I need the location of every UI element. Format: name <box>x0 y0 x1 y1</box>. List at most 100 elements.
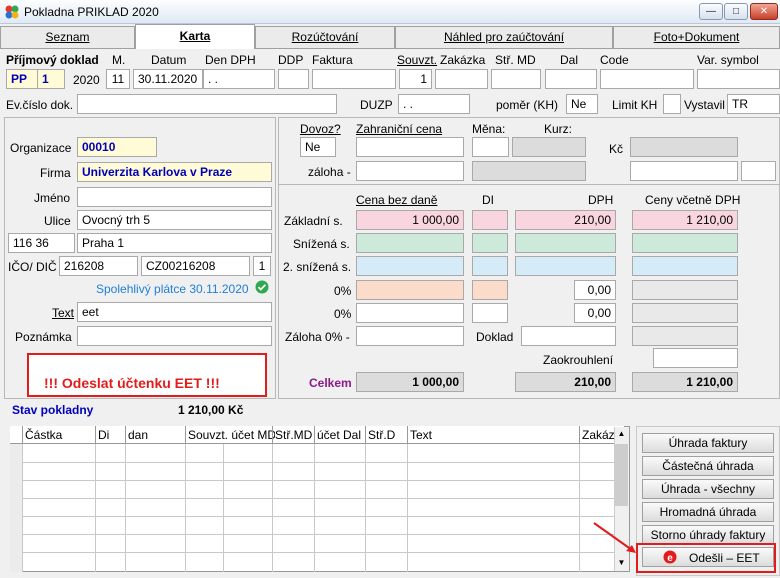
pomer-field[interactable]: Ne <box>566 94 598 114</box>
zakladni-dph-field[interactable]: 210,00 <box>515 210 616 230</box>
grid-col-str-md[interactable]: Stř.MD <box>272 426 317 444</box>
zakladni-bez-field[interactable]: 1 000,00 <box>356 210 464 230</box>
den-dph-label: Den DPH <box>205 53 256 67</box>
mena-field[interactable] <box>472 137 509 157</box>
ulice-field[interactable]: Ovocný trh 5 <box>77 210 272 230</box>
zero1-label: 0% <box>334 284 352 298</box>
scroll-up-arrow-icon[interactable]: ▲ <box>615 427 628 441</box>
celkem-bez-field: 1 000,00 <box>356 372 464 392</box>
grid-col-text[interactable]: Text <box>407 426 582 444</box>
zahranicni-cena-field[interactable] <box>356 137 464 157</box>
str-md-label: Stř. MD <box>495 53 536 67</box>
poznamka-field[interactable] <box>77 326 272 346</box>
zero2-di-field[interactable] <box>472 303 508 323</box>
zaokrouhleni-field[interactable] <box>653 348 738 368</box>
duzp-field[interactable]: . . <box>398 94 470 114</box>
ico-extra-field[interactable]: 1 <box>253 256 271 276</box>
text-field[interactable]: eet <box>77 302 272 322</box>
snizena2-dph-field[interactable] <box>515 256 616 276</box>
doc-type-field[interactable]: PP <box>6 69 38 89</box>
close-button[interactable]: ✕ <box>750 3 778 20</box>
year-label: 2020 <box>73 73 100 87</box>
tab-rozuctovani[interactable]: Rozúčtování <box>255 26 395 48</box>
uhrada-faktury-button[interactable]: Úhrada faktury <box>642 433 774 453</box>
zaloha0-vc-field[interactable] <box>632 326 738 346</box>
zero1-dph-field[interactable]: 0,00 <box>574 280 616 300</box>
zero2-dph-field[interactable]: 0,00 <box>574 303 616 323</box>
odesli-eet-button[interactable]: e Odešli – EET <box>642 547 774 567</box>
zero1-bez-field[interactable] <box>356 280 464 300</box>
doklad-field[interactable] <box>521 326 616 346</box>
zero2-bez-field[interactable] <box>356 303 464 323</box>
organizace-field[interactable]: 00010 <box>77 137 157 157</box>
grid-col-dan[interactable]: dan <box>125 426 185 444</box>
scroll-down-arrow-icon[interactable]: ▼ <box>615 556 628 570</box>
firma-field[interactable]: Univerzita Karlova v Praze <box>77 162 272 182</box>
zero1-vc-field[interactable] <box>632 280 738 300</box>
mesto-field[interactable]: Praha 1 <box>77 233 272 253</box>
snizena2-di-field[interactable] <box>472 256 508 276</box>
ev-cislo-field[interactable] <box>77 94 337 114</box>
grid-col-ucet-dal[interactable]: účet Dal <box>314 426 369 444</box>
psc-field[interactable]: 116 36 <box>8 233 75 253</box>
snizena-bez-field[interactable] <box>356 233 464 253</box>
uhrada-vsechny-button[interactable]: Úhrada - všechny <box>642 479 774 499</box>
maximize-button[interactable]: □ <box>724 3 748 20</box>
grid-col-souvzt[interactable]: Souvzt. účet MD <box>185 426 275 444</box>
zakladni-vc-field[interactable]: 1 210,00 <box>632 210 738 230</box>
grid-col-str-d[interactable]: Stř.D <box>365 426 410 444</box>
zaloha-kc-field[interactable] <box>630 161 738 181</box>
den-dph-field[interactable]: . . <box>203 69 275 89</box>
ddp-field[interactable] <box>278 69 309 89</box>
grid-header: Částka Di dan Souvzt. účet MD Stř.MD úče… <box>10 426 624 444</box>
jmeno-field[interactable] <box>77 187 272 207</box>
zakladni-di-field[interactable] <box>472 210 508 230</box>
zaloha-foreign-field[interactable] <box>356 161 464 181</box>
kurz-label: Kurz: <box>544 122 573 136</box>
vystavil-field[interactable]: TR <box>727 94 780 114</box>
limit-kh-field[interactable] <box>663 94 681 114</box>
dal-field[interactable] <box>545 69 597 89</box>
str-md-field[interactable] <box>491 69 541 89</box>
tab-foto[interactable]: Foto+Dokument <box>613 26 780 48</box>
snizena-dph-field[interactable] <box>515 233 616 253</box>
snizena2-vc-field[interactable] <box>632 256 738 276</box>
dic-field[interactable]: CZ00216208 <box>141 256 250 276</box>
souvzt-field[interactable]: 1 <box>399 69 432 89</box>
zaloha-label: záloha - <box>308 165 351 179</box>
pomer-label: poměr (KH) <box>496 98 559 112</box>
stav-pokladny-label: Stav pokladny <box>12 403 94 417</box>
minimize-button[interactable]: — <box>699 3 723 20</box>
snizena-vc-field[interactable] <box>632 233 738 253</box>
scroll-thumb[interactable] <box>615 444 628 506</box>
tab-karta[interactable]: Karta <box>135 24 255 49</box>
snizena-di-field[interactable] <box>472 233 508 253</box>
zaloha-mena-field[interactable] <box>472 161 586 181</box>
eet-logo-icon: e <box>663 550 677 564</box>
zaloha-extra-field[interactable] <box>741 161 776 181</box>
doc-number-field[interactable]: 1 <box>37 69 65 89</box>
zero2-vc-field[interactable] <box>632 303 738 323</box>
tab-seznam[interactable]: Seznam <box>0 26 135 48</box>
var-symbol-field[interactable] <box>697 69 780 89</box>
jmeno-label: Jméno <box>34 191 71 205</box>
kc-field[interactable] <box>630 137 738 157</box>
month-field[interactable]: 11 <box>106 69 130 89</box>
castecna-uhrada-button[interactable]: Částečná úhrada <box>642 456 774 476</box>
faktura-field[interactable] <box>312 69 396 89</box>
zero1-di-field[interactable] <box>472 280 508 300</box>
zakazka-field[interactable] <box>435 69 488 89</box>
dovoz-field[interactable]: Ne <box>300 137 336 157</box>
date-field[interactable]: 30.11.2020 <box>133 69 203 89</box>
hromadna-uhrada-button[interactable]: Hromadná úhrada <box>642 502 774 522</box>
storno-uhrady-button[interactable]: Storno úhrady faktury <box>642 525 774 545</box>
kurz-field[interactable] <box>512 137 586 157</box>
tab-underline <box>0 48 780 49</box>
code-field[interactable] <box>600 69 694 89</box>
zaloha0-field[interactable] <box>356 326 464 346</box>
ico-field[interactable]: 216208 <box>59 256 138 276</box>
snizena2-bez-field[interactable] <box>356 256 464 276</box>
tab-nahled[interactable]: Náhled pro zaúčtování <box>395 26 613 48</box>
organizace-label: Organizace <box>10 141 72 155</box>
panel-divider <box>278 184 780 185</box>
